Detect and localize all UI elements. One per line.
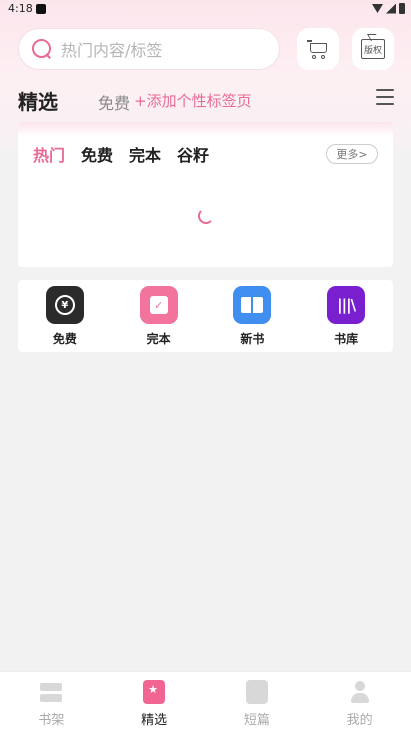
nav-featured[interactable]: 精选 (103, 672, 206, 732)
free-icon: ¥ (45, 286, 84, 324)
tab-finished[interactable]: 完本 (129, 142, 161, 166)
bottom-nav: 书架 精选 短篇 我的 (0, 671, 411, 732)
bookshelf-icon (40, 680, 63, 704)
nav-label: 精选 (141, 713, 168, 728)
nav-label: 书架 (38, 713, 65, 728)
featured-icon (143, 680, 166, 704)
signal-icon (386, 3, 396, 14)
shortcut-label: 完本 (146, 332, 171, 346)
shortcut-label: 免费 (52, 332, 77, 346)
search-icon (31, 38, 53, 60)
hot-list-card: 热门 免费 完本 谷籽 更多> (18, 122, 393, 267)
shortcut-finished[interactable]: ✓ 完本 (129, 286, 189, 352)
channel-tabs: 精选 免费 +添加个性标签页 (18, 86, 398, 115)
finished-icon: ✓ (139, 286, 178, 324)
shortcut-label: 新书 (240, 332, 265, 346)
nav-label: 短篇 (243, 713, 270, 728)
loading-spinner-icon (198, 208, 214, 224)
tab-guzi[interactable]: 谷籽 (177, 142, 209, 166)
shortcut-new-book[interactable]: 新书 (222, 286, 282, 352)
tab-free[interactable]: 免费 (98, 90, 130, 114)
nav-label: 我的 (346, 713, 373, 728)
menu-icon[interactable] (376, 89, 394, 105)
cart-button[interactable] (297, 28, 339, 70)
search-input[interactable]: 热门内容/标签 (18, 28, 280, 70)
library-icon: |||\ (327, 286, 366, 324)
hot-tabs: 热门 免费 完本 谷籽 (33, 142, 209, 166)
nav-short-story[interactable]: 短篇 (206, 672, 309, 732)
wifi-icon (372, 4, 383, 13)
nav-profile[interactable]: 我的 (308, 672, 411, 732)
more-button[interactable]: 更多> (326, 144, 378, 164)
status-indicators (372, 3, 405, 14)
shortcut-grid: ¥ 免费 ✓ 完本 新书 |||\ 书库 (18, 280, 393, 352)
tab-featured[interactable]: 精选 (18, 86, 58, 115)
notification-app-icon (36, 4, 46, 14)
status-bar: 4:18 (0, 0, 411, 18)
shortcut-label: 书库 (334, 332, 359, 346)
status-time: 4:18 (8, 2, 33, 15)
shortcut-library[interactable]: |||\ 书库 (316, 286, 376, 352)
tab-hot[interactable]: 热门 (33, 142, 65, 166)
new-book-icon (233, 286, 272, 324)
profile-icon (349, 680, 371, 704)
copyright-button[interactable]: 版权 (352, 28, 394, 70)
nav-bookshelf[interactable]: 书架 (0, 672, 103, 732)
add-tag-page-link[interactable]: +添加个性标签页 (134, 90, 252, 111)
copyright-icon: 版权 (361, 39, 385, 59)
shortcut-free[interactable]: ¥ 免费 (35, 286, 95, 352)
battery-icon (399, 3, 405, 14)
cart-icon (307, 39, 329, 59)
search-placeholder: 热门内容/标签 (61, 41, 163, 60)
short-story-icon (245, 680, 268, 704)
tab-free-list[interactable]: 免费 (81, 142, 113, 166)
